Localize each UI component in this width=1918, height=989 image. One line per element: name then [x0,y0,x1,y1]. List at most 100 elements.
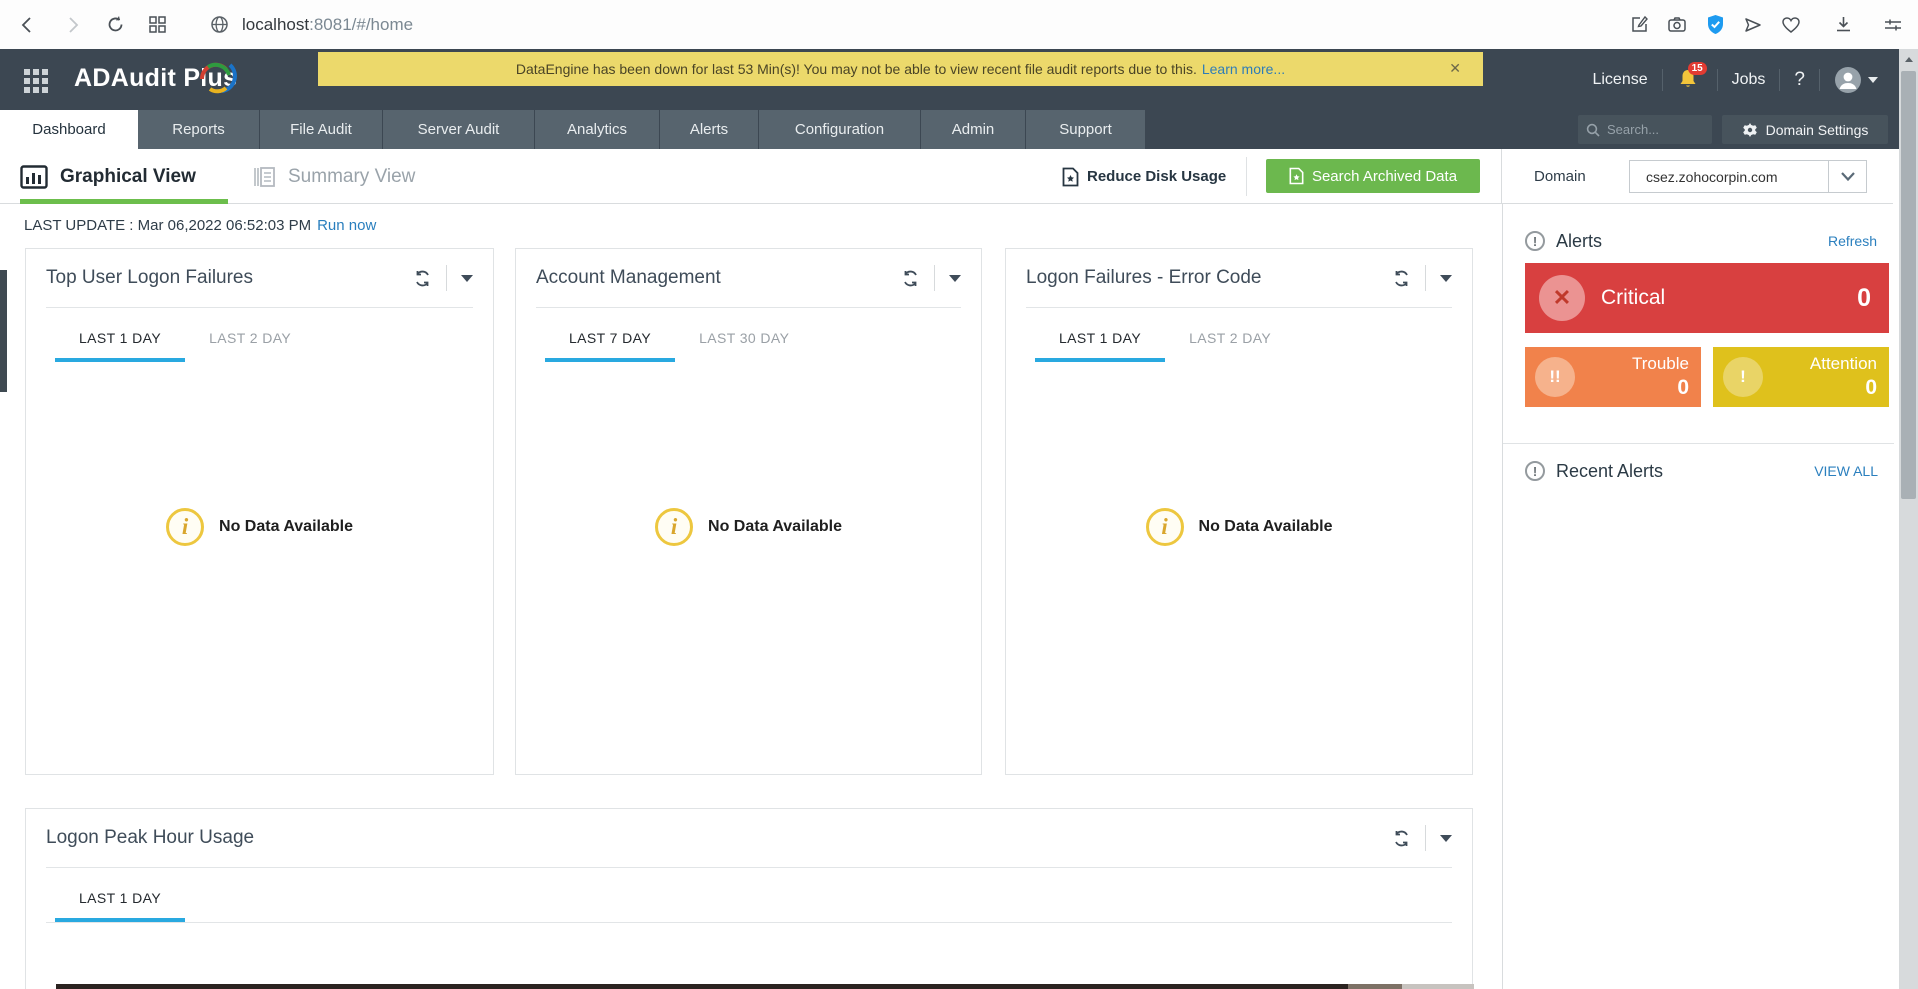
reduce-disk-usage-button[interactable]: Reduce Disk Usage [1062,149,1226,204]
search-input[interactable] [1607,122,1702,137]
info-icon: i [655,508,693,546]
gear-icon [1742,122,1758,138]
graphical-view-label: Graphical View [60,166,196,188]
page-scrollbar[interactable] [1899,49,1918,989]
widget-account-management: Account Management LAST 7 DAY LAST 30 DA… [515,248,982,775]
nav-tab-analytics[interactable]: Analytics [535,110,660,149]
period-tab-last-2-day[interactable]: LAST 2 DAY [1165,330,1295,362]
main-navigation: Dashboard Reports File Audit Server Audi… [0,110,1918,149]
widget-logon-failures-error-code: Logon Failures - Error Code LAST 1 DAY L… [1005,248,1473,775]
banner-learn-more-link[interactable]: Learn more... [1202,61,1285,77]
nav-tab-dashboard[interactable]: Dashboard [0,110,138,149]
alerts-refresh-link[interactable]: Refresh [1828,233,1877,249]
nav-tab-reports[interactable]: Reports [138,110,260,149]
jobs-link[interactable]: Jobs [1732,71,1766,89]
period-tab-last-1-day[interactable]: LAST 1 DAY [1035,330,1165,362]
refresh-icon[interactable] [413,269,432,288]
domain-settings-button[interactable]: Domain Settings [1722,115,1888,144]
attention-alerts-tile[interactable]: ! Attention 0 [1713,347,1889,407]
no-data-message: No Data Available [219,518,353,536]
browser-reload-icon[interactable] [104,14,126,36]
header-separator [1662,69,1663,91]
downloads-icon[interactable] [1832,14,1854,36]
widget-title: Logon Peak Hour Usage [46,827,1392,849]
trouble-alerts-tile[interactable]: !! Trouble 0 [1525,347,1701,407]
refresh-icon[interactable] [1392,829,1411,848]
attention-count: 0 [1865,376,1877,400]
camera-icon[interactable] [1666,14,1688,36]
graphical-view-tab[interactable]: Graphical View [20,149,228,204]
info-icon: i [166,508,204,546]
no-data-message: No Data Available [1199,518,1333,536]
collapsed-panel-handle[interactable] [0,270,7,392]
no-data-message: No Data Available [708,518,842,536]
period-tab-last-30-day[interactable]: LAST 30 DAY [675,330,813,362]
actions-separator [1425,825,1426,851]
send-icon[interactable] [1742,14,1764,36]
period-tab-last-2-day[interactable]: LAST 2 DAY [185,330,315,362]
apps-grid-icon[interactable] [24,69,50,95]
period-tab-last-1-day[interactable]: LAST 1 DAY [55,330,185,362]
search-archived-data-button[interactable]: Search Archived Data [1266,159,1480,193]
nav-tab-configuration[interactable]: Configuration [759,110,921,149]
user-menu-caret-icon [1868,77,1878,83]
browser-apps-grid-icon[interactable] [146,14,168,36]
widget-menu-caret-icon[interactable] [1440,835,1452,842]
widget-menu-caret-icon[interactable] [1440,275,1452,282]
header-separator [1717,69,1718,91]
domain-selector-row: Domain csez.zohocorpin.com [1502,149,1893,204]
nav-tab-server-audit[interactable]: Server Audit [383,110,535,149]
edit-capture-icon[interactable] [1628,14,1650,36]
url-host: localhost [242,15,309,34]
scrollbar-thumb[interactable] [1901,71,1916,499]
refresh-icon[interactable] [901,269,920,288]
logo-swirl-icon [196,55,238,95]
banner-close-icon[interactable]: ✕ [1449,60,1461,77]
browser-settings-sliders-icon[interactable] [1882,14,1904,36]
domain-settings-label: Domain Settings [1766,122,1869,138]
notifications-bell-icon[interactable]: 15 [1677,68,1703,92]
critical-label: Critical [1601,286,1857,310]
recent-alerts-title: Recent Alerts [1556,461,1803,482]
domain-dropdown[interactable]: csez.zohocorpin.com [1629,160,1867,193]
archive-doc-star-icon [1289,167,1304,185]
header-separator [1779,69,1780,91]
address-bar[interactable]: localhost:8081/#/home [242,15,413,35]
view-all-link[interactable]: VIEW ALL [1814,463,1878,479]
user-menu[interactable] [1834,66,1878,94]
domain-value: csez.zohocorpin.com [1630,161,1828,192]
trouble-label: Trouble [1632,354,1689,374]
critical-alerts-tile[interactable]: ✕ Critical 0 [1525,263,1889,333]
period-tab-last-1-day[interactable]: LAST 1 DAY [55,890,185,922]
widget-menu-caret-icon[interactable] [949,275,961,282]
run-now-link[interactable]: Run now [317,217,376,234]
nav-tab-support[interactable]: Support [1026,110,1146,149]
disk-doc-star-icon [1062,167,1079,187]
global-search[interactable] [1578,115,1712,144]
site-globe-icon [208,14,230,36]
card-divider [46,307,473,308]
period-tab-last-7-day[interactable]: LAST 7 DAY [545,330,675,362]
browser-back-icon[interactable] [16,14,38,36]
help-link[interactable]: ? [1794,69,1805,91]
browser-forward-icon[interactable] [62,14,84,36]
license-link[interactable]: License [1592,71,1647,89]
scrollbar-up-arrow-icon[interactable] [1899,49,1918,69]
nav-tab-file-audit[interactable]: File Audit [260,110,383,149]
shield-check-icon[interactable] [1704,14,1726,36]
browser-toolbar: localhost:8081/#/home [0,0,1918,49]
summary-view-label: Summary View [288,166,415,188]
alert-circle-icon: ! [1525,461,1545,481]
header-separator [1819,69,1820,91]
favorites-heart-icon[interactable] [1780,14,1802,36]
nav-tab-admin[interactable]: Admin [921,110,1026,149]
widget-menu-caret-icon[interactable] [461,275,473,282]
widget-title: Top User Logon Failures [46,267,413,289]
url-path: :8081/#/home [309,15,413,34]
widget-logon-peak-hour-usage: Logon Peak Hour Usage LAST 1 DAY [25,808,1473,989]
refresh-icon[interactable] [1392,269,1411,288]
document-icon [252,165,276,189]
summary-view-tab[interactable]: Summary View [252,149,415,204]
nav-tab-alerts[interactable]: Alerts [660,110,759,149]
widget-top-user-logon-failures: Top User Logon Failures LAST 1 DAY LAST … [25,248,494,775]
